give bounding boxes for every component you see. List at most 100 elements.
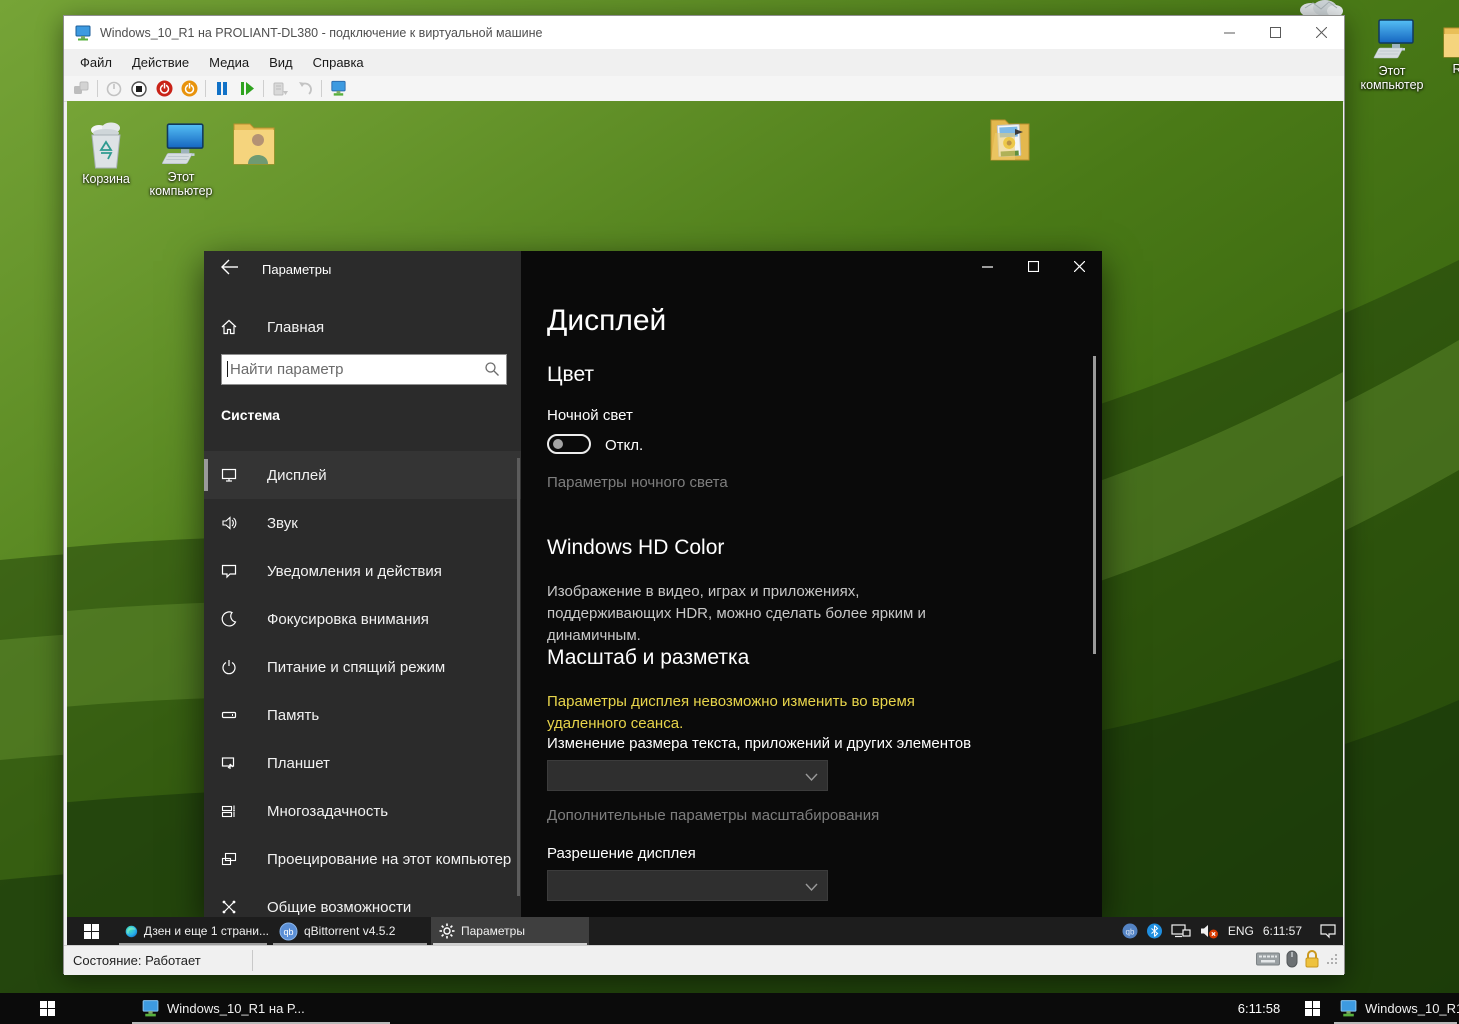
night-light-label: Ночной свет — [547, 407, 633, 424]
resume-icon[interactable] — [238, 80, 256, 98]
sidebar-scrollbar[interactable] — [517, 458, 520, 896]
search-input[interactable] — [221, 354, 507, 385]
scale-layout-heading: Масштаб и разметка — [547, 646, 749, 670]
vm-display-icon[interactable] — [1171, 923, 1191, 939]
vm-screen: Корзина Этот компьютер — [67, 101, 1343, 917]
sidebar-item-storage[interactable]: Память — [204, 691, 521, 739]
menu-file[interactable]: Файл — [70, 51, 122, 74]
scale-dropdown[interactable] — [547, 760, 828, 791]
night-light-toggle[interactable] — [547, 434, 591, 454]
sidebar-item-sound[interactable]: Звук — [204, 499, 521, 547]
sidebar-item-label: Звук — [267, 515, 298, 532]
settings-close-button[interactable] — [1056, 251, 1102, 282]
svg-text:qb: qb — [1125, 928, 1134, 937]
sidebar-item-projecting[interactable]: Проецирование на этот компьютер — [204, 835, 521, 883]
action-center-icon[interactable] — [1319, 923, 1337, 939]
back-button[interactable] — [221, 259, 249, 281]
sidebar-item-home[interactable]: Главная — [204, 309, 521, 345]
host-start-button[interactable] — [22, 993, 72, 1024]
scale-dropdown-label: Изменение размера текста, приложений и д… — [547, 735, 1067, 752]
settings-search-box[interactable] — [221, 354, 507, 385]
svg-text:qb: qb — [283, 927, 293, 937]
vm-desktop-icon-recycle-bin[interactable]: Корзина — [76, 122, 136, 186]
menu-media[interactable]: Медиа — [199, 51, 259, 74]
taskbar-item-label: Windows_10_R1 на P... — [1365, 1001, 1459, 1016]
vm-desktop-icon-user-folder[interactable] — [226, 118, 282, 168]
sound-icon — [221, 515, 237, 531]
multitasking-icon — [221, 803, 237, 819]
taskbar-item-label: Параметры — [461, 924, 525, 938]
advanced-scaling-link[interactable]: Дополнительные параметры масштабирования — [547, 807, 879, 824]
user-folder-icon — [228, 118, 280, 168]
maximize-button[interactable] — [1252, 16, 1298, 49]
settings-maximize-button[interactable] — [1010, 251, 1056, 282]
host-start-button-monitor2[interactable] — [1294, 993, 1330, 1024]
night-light-settings-link[interactable]: Параметры ночного света — [547, 474, 728, 491]
gear-icon — [439, 923, 455, 939]
sidebar-section-system: Система — [221, 407, 280, 423]
close-button[interactable] — [1298, 16, 1344, 49]
sidebar-item-label: Уведомления и действия — [267, 563, 442, 580]
qbittorrent-tray-icon[interactable]: qb — [1122, 923, 1138, 939]
settings-minimize-button[interactable] — [964, 251, 1010, 282]
sidebar-item-shared-experiences[interactable]: Общие возможности — [204, 883, 521, 917]
statusbar-divider — [252, 950, 253, 971]
host-clock[interactable]: 6:11:58 — [1226, 993, 1292, 1024]
ctrl-alt-del-icon[interactable] — [72, 80, 90, 98]
shutdown-icon[interactable] — [155, 80, 173, 98]
volume-muted-icon[interactable] — [1200, 923, 1219, 939]
stop-icon[interactable] — [130, 80, 148, 98]
page-title: Дисплей — [547, 304, 666, 338]
folder-icon — [1441, 20, 1459, 60]
checkpoint-icon[interactable] — [271, 80, 289, 98]
notifications-icon — [221, 563, 237, 579]
vm-taskbar-item-edge[interactable]: Дзен и еще 1 страни... — [117, 917, 269, 945]
vm-desktop-icon-this-pc[interactable]: Этот компьютер — [148, 122, 214, 198]
sidebar-item-label: Многозадачность — [267, 803, 388, 820]
menu-view[interactable]: Вид — [259, 51, 303, 74]
host-desktop-icon-ron-folder[interactable]: Ron — [1434, 20, 1459, 76]
host-desktop-icon-this-pc[interactable]: Этот компьютер — [1352, 18, 1432, 92]
menu-help[interactable]: Справка — [303, 51, 374, 74]
vm-taskbar: Дзен и еще 1 страни... qb qBittorrent v4… — [67, 917, 1343, 945]
resize-grip[interactable] — [1326, 953, 1338, 965]
chevron-down-icon — [805, 880, 818, 893]
vm-status-text: Состояние: Работает — [73, 953, 201, 968]
sidebar-item-tablet[interactable]: Планшет — [204, 739, 521, 787]
vm-taskbar-item-qbittorrent[interactable]: qb qBittorrent v4.5.2 — [271, 917, 429, 945]
vm-taskbar-item-settings[interactable]: Параметры — [431, 917, 589, 945]
edge-icon — [125, 922, 138, 941]
content-scrollbar[interactable] — [1093, 356, 1096, 654]
pause-icon[interactable] — [213, 80, 231, 98]
revert-icon[interactable] — [296, 80, 314, 98]
vmconnect-menubar: Файл Действие Медиа Вид Справка — [64, 49, 1344, 76]
power-disabled-icon[interactable] — [105, 80, 123, 98]
sidebar-item-focus-assist[interactable]: Фокусировка внимания — [204, 595, 521, 643]
resolution-dropdown[interactable] — [547, 870, 828, 901]
settings-window: Параметры Главная Система — [204, 251, 1102, 917]
sidebar-item-display[interactable]: Дисплей — [204, 451, 521, 499]
sidebar-item-label: Питание и спящий режим — [267, 659, 445, 676]
bluetooth-icon[interactable] — [1147, 923, 1162, 939]
vm-start-button[interactable] — [67, 917, 115, 945]
host-taskbar-item-vmconnect-2[interactable]: Windows_10_R1 на P... — [1332, 993, 1459, 1024]
vmconnect-statusbar: Состояние: Работает — [64, 945, 1344, 975]
sidebar-item-notifications[interactable]: Уведомления и действия — [204, 547, 521, 595]
vm-desktop-icon-pictures-folder[interactable] — [984, 115, 1036, 165]
moon-icon — [221, 611, 237, 627]
host-taskbar-item-vmconnect[interactable]: Windows_10_R1 на P... — [130, 993, 392, 1024]
turn-off-icon[interactable] — [180, 80, 198, 98]
sidebar-item-label: Главная — [267, 319, 324, 336]
this-pc-icon — [155, 122, 207, 168]
sidebar-item-power-sleep[interactable]: Питание и спящий режим — [204, 643, 521, 691]
menu-action[interactable]: Действие — [122, 51, 199, 74]
vm-clock[interactable]: 6:11:57 — [1263, 924, 1302, 938]
sidebar-item-multitasking[interactable]: Многозадачность — [204, 787, 521, 835]
language-indicator[interactable]: ENG — [1228, 924, 1254, 938]
display-icon — [221, 467, 237, 483]
minimize-button[interactable] — [1206, 16, 1252, 49]
enhanced-session-icon[interactable] — [329, 80, 347, 98]
vm-system-tray: qb ENG 6:11:57 — [1122, 917, 1337, 945]
host-taskbar: Windows_10_R1 на P... 6:11:58 Windows_10… — [0, 993, 1459, 1024]
vmconnect-titlebar[interactable]: Windows_10_R1 на PROLIANT-DL380 - подклю… — [64, 16, 1344, 49]
